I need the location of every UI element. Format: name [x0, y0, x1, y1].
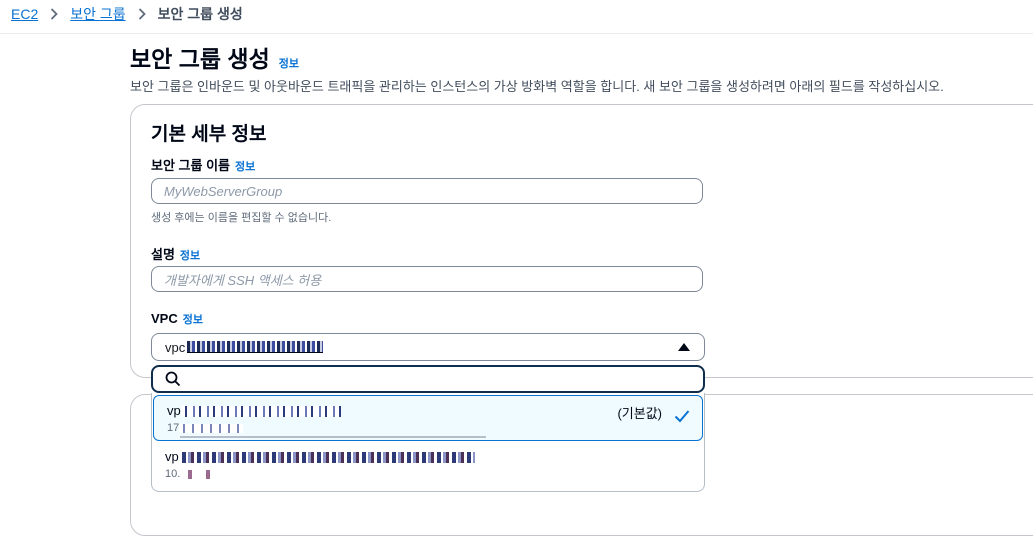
redacted-vpc-id [187, 341, 324, 353]
name-label: 보안 그룹 이름 [151, 158, 230, 173]
page-description: 보안 그룹은 인바운드 및 아웃바운드 트래픽을 관리하는 인스턴스의 가상 방… [130, 79, 944, 94]
desc-label-row: 설명 정보 [151, 244, 200, 263]
description-placeholder: 개발자에게 SSH 액세스 허용 [164, 272, 322, 288]
vpc-search-input[interactable] [151, 365, 705, 393]
vpc-option-cidr: 17 [167, 422, 244, 434]
chevron-right-icon [50, 8, 59, 20]
search-icon [165, 371, 181, 392]
breadcrumb-current: 보안 그룹 생성 [157, 6, 243, 22]
basic-details-title: 기본 세부 정보 [151, 124, 267, 145]
vpc-label: VPC [151, 311, 178, 326]
vpc-option-cidr: 10. [165, 468, 221, 480]
redacted-vpc-id [180, 406, 341, 418]
name-help-text: 생성 후에는 이름을 편집할 수 없습니다. [151, 212, 332, 224]
vpc-option-id: vp [165, 449, 475, 464]
vpc-label-row: VPC 정보 [151, 311, 203, 327]
chevron-right-icon [138, 8, 146, 20]
default-badge: (기본값) [617, 406, 662, 421]
breadcrumb-security-groups-link[interactable]: 보안 그룹 [70, 4, 125, 24]
page-title: 보안 그룹 생성 [130, 46, 270, 72]
redacted-cidr [180, 469, 221, 479]
vpc-options-list: vp 17 (기본값) vp 10. [151, 393, 705, 492]
checkmark-icon [674, 409, 690, 428]
breadcrumb: EC2 보안 그룹 보안 그룹 생성 [11, 3, 243, 25]
name-info-link[interactable]: 정보 [235, 158, 255, 174]
vpc-select[interactable]: vpc [151, 333, 705, 361]
description-info-link[interactable]: 정보 [180, 247, 200, 263]
vpc-option[interactable]: vp 10. [152, 442, 704, 488]
security-group-name-input[interactable]: MyWebServerGroup [151, 178, 703, 204]
redacted-vpc-id [178, 452, 475, 464]
page-header: 보안 그룹 생성 정보 [130, 40, 299, 74]
description-input[interactable]: 개발자에게 SSH 액세스 허용 [151, 266, 703, 292]
vpc-info-link[interactable]: 정보 [183, 311, 203, 327]
option-divider [180, 436, 486, 438]
caret-up-icon [678, 343, 690, 351]
header-divider [0, 33, 1033, 34]
vpc-selected-value: vpc [165, 339, 186, 355]
redacted-cidr [179, 423, 244, 433]
name-label-row: 보안 그룹 이름 정보 [151, 155, 255, 174]
page-info-link[interactable]: 정보 [279, 55, 299, 71]
vpc-option-id: vp [167, 403, 341, 418]
breadcrumb-ec2-link[interactable]: EC2 [11, 6, 38, 22]
name-placeholder: MyWebServerGroup [164, 183, 283, 199]
vpc-option-default[interactable]: vp 17 (기본값) [153, 395, 703, 441]
description-label: 설명 [151, 247, 175, 262]
